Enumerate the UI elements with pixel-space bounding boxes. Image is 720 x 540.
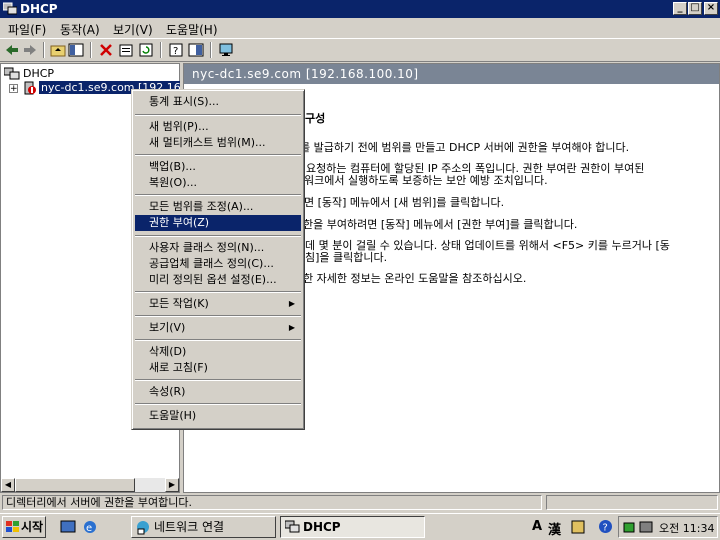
detail-header-title: nyc-dc1.se9.com [192.168.100.10] xyxy=(192,67,419,81)
menu-item-reconcile-all-scopes[interactable]: 모든 범위를 조정(A)... xyxy=(135,199,301,215)
delete-icon[interactable] xyxy=(98,42,114,58)
menu-bar: 파일(F) 동작(A) 보기(V) 도움말(H) xyxy=(0,18,720,38)
dhcp-app-icon xyxy=(3,2,17,15)
menu-item-delete[interactable]: 삭제(D) xyxy=(135,344,301,360)
menu-separator xyxy=(135,379,301,381)
toolbar-separator xyxy=(210,42,212,58)
svg-text:?: ? xyxy=(173,46,178,57)
menu-item-define-vendor-classes[interactable]: 공급업체 클래스 정의(C)... xyxy=(135,256,301,272)
ime-pad-icon[interactable] xyxy=(570,519,586,535)
server-icon xyxy=(24,81,36,95)
menu-separator xyxy=(135,339,301,341)
monitor-icon[interactable] xyxy=(218,42,234,58)
menu-help[interactable]: 도움말(H) xyxy=(166,21,218,38)
back-arrow-icon[interactable] xyxy=(4,42,20,58)
detail-text-line: 한을 부여하려면 [동작] 메뉴에서 [권한 부여]를 클릭합니다. xyxy=(303,218,578,231)
menu-separator xyxy=(135,154,301,156)
menu-separator xyxy=(135,194,301,196)
window-title: DHCP xyxy=(20,2,58,16)
expand-toggle-icon[interactable]: + xyxy=(9,84,18,94)
dhcp-task-icon xyxy=(285,520,300,533)
ime-indicator[interactable]: A 漢 xyxy=(530,517,594,538)
scroll-left-button[interactable]: ◀ xyxy=(1,478,15,492)
detail-text-line: 워크에서 실행하도록 보증하는 보안 예방 조치입니다. xyxy=(304,174,548,187)
refresh-icon[interactable] xyxy=(138,42,154,58)
svg-text:?: ? xyxy=(603,523,608,534)
scroll-right-button[interactable]: ▶ xyxy=(165,478,179,492)
menu-item-backup[interactable]: 백업(B)... xyxy=(135,159,301,175)
detail-text-line: 면 [동작] 메뉴에서 [새 범위]를 클릭합니다. xyxy=(304,196,505,209)
scroll-thumb[interactable] xyxy=(15,478,135,492)
security-tray-icon[interactable] xyxy=(623,520,637,534)
dhcp-root-icon xyxy=(4,67,20,80)
tree-root-dhcp[interactable]: DHCP xyxy=(23,67,54,80)
menu-separator xyxy=(135,291,301,293)
menu-separator xyxy=(135,403,301,405)
task-dhcp[interactable]: DHCP xyxy=(280,516,425,538)
menu-item-properties[interactable]: 속성(R) xyxy=(135,384,301,400)
menu-item-authorize[interactable]: 권한 부여(Z) xyxy=(135,215,301,231)
title-bar[interactable]: DHCP _ □ × xyxy=(0,0,720,18)
show-hide-tree-icon[interactable] xyxy=(68,42,84,58)
toolbar-separator xyxy=(160,42,162,58)
status-bar: 디렉터리에서 서버에 권한을 부여합니다. xyxy=(0,494,720,512)
menu-item-help[interactable]: 도움말(H) xyxy=(135,408,301,424)
menu-file[interactable]: 파일(F) xyxy=(8,21,46,38)
detail-text-line: 침]을 클릭합니다. xyxy=(305,251,388,264)
task-network-connections[interactable]: 네트워크 연결 xyxy=(131,516,276,538)
help-icon[interactable]: ? xyxy=(168,42,184,58)
network-tray-icon[interactable] xyxy=(639,520,653,534)
detail-heading: 구성 xyxy=(305,112,326,125)
toolbar-separator xyxy=(43,42,45,58)
menu-item-all-tasks[interactable]: 모든 작업(K) ▶ xyxy=(135,296,301,312)
menu-item-new-multicast-scope[interactable]: 새 멀티캐스트 범위(M)... xyxy=(135,135,301,151)
svg-text:e: e xyxy=(86,523,92,534)
ime-help-icon[interactable]: ? xyxy=(598,519,613,534)
detail-header: nyc-dc1.se9.com [192.168.100.10] xyxy=(184,64,719,84)
toolbar: ? xyxy=(0,38,720,62)
forward-arrow-icon[interactable] xyxy=(22,42,38,58)
menu-item-new-scope[interactable]: 새 범위(P)... xyxy=(135,119,301,135)
tree-horizontal-scrollbar[interactable]: ◀ ▶ xyxy=(1,478,179,492)
show-desktop-icon[interactable] xyxy=(60,519,76,535)
start-button[interactable]: 시작 xyxy=(2,516,46,538)
menu-item-refresh[interactable]: 새로 고침(F) xyxy=(135,360,301,376)
menu-item-define-user-classes[interactable]: 사용자 클래스 정의(N)... xyxy=(135,240,301,256)
submenu-arrow-icon: ▶ xyxy=(288,299,295,308)
menu-item-restore[interactable]: 복원(O)... xyxy=(135,175,301,191)
clock[interactable]: 오전 11:34 xyxy=(659,520,714,536)
detail-text-line: 한 자세한 정보는 온라인 도움말을 참조하십시오. xyxy=(303,272,527,285)
menu-item-set-predefined-options[interactable]: 미리 정의된 옵션 설정(E)... xyxy=(135,272,301,288)
status-panel xyxy=(546,495,718,510)
menu-item-view[interactable]: 보기(V) ▶ xyxy=(135,320,301,336)
menu-separator xyxy=(135,235,301,237)
internet-explorer-icon[interactable]: e xyxy=(82,519,98,535)
properties-icon[interactable] xyxy=(118,42,134,58)
console-view-icon[interactable] xyxy=(188,42,204,58)
task-label: 네트워크 연결 xyxy=(154,520,225,534)
minimize-button[interactable]: _ xyxy=(673,2,687,15)
menu-separator xyxy=(135,114,301,116)
network-icon xyxy=(137,521,149,535)
start-label: 시작 xyxy=(21,520,44,534)
submenu-arrow-icon: ▶ xyxy=(288,323,295,332)
ime-mode-a[interactable]: A xyxy=(532,519,542,534)
menu-separator xyxy=(135,315,301,317)
task-label: DHCP xyxy=(303,520,341,534)
detail-text-line: 를 발급하기 전에 범위를 만들고 DHCP 서버에 권한을 부여해야 합니다. xyxy=(300,141,630,154)
menu-item-show-statistics[interactable]: 통계 표시(S)... xyxy=(135,94,301,110)
menu-action[interactable]: 동작(A) xyxy=(60,21,100,38)
ime-mode-hanja[interactable]: 漢 xyxy=(548,519,561,538)
menu-view[interactable]: 보기(V) xyxy=(113,21,153,38)
taskbar: 시작 e 네트워크 연결 DHCP A 漢 ? 오전 11:34 xyxy=(0,513,720,540)
up-folder-icon[interactable] xyxy=(50,42,66,58)
system-tray: 오전 11:34 xyxy=(618,516,718,538)
context-menu: 통계 표시(S)... 새 범위(P)... 새 멀티캐스트 범위(M)... … xyxy=(131,89,305,430)
toolbar-separator xyxy=(90,42,92,58)
close-button[interactable]: × xyxy=(704,2,718,15)
maximize-button[interactable]: □ xyxy=(688,2,702,15)
status-text: 디렉터리에서 서버에 권한을 부여합니다. xyxy=(2,495,542,510)
windows-logo-icon xyxy=(6,521,19,532)
